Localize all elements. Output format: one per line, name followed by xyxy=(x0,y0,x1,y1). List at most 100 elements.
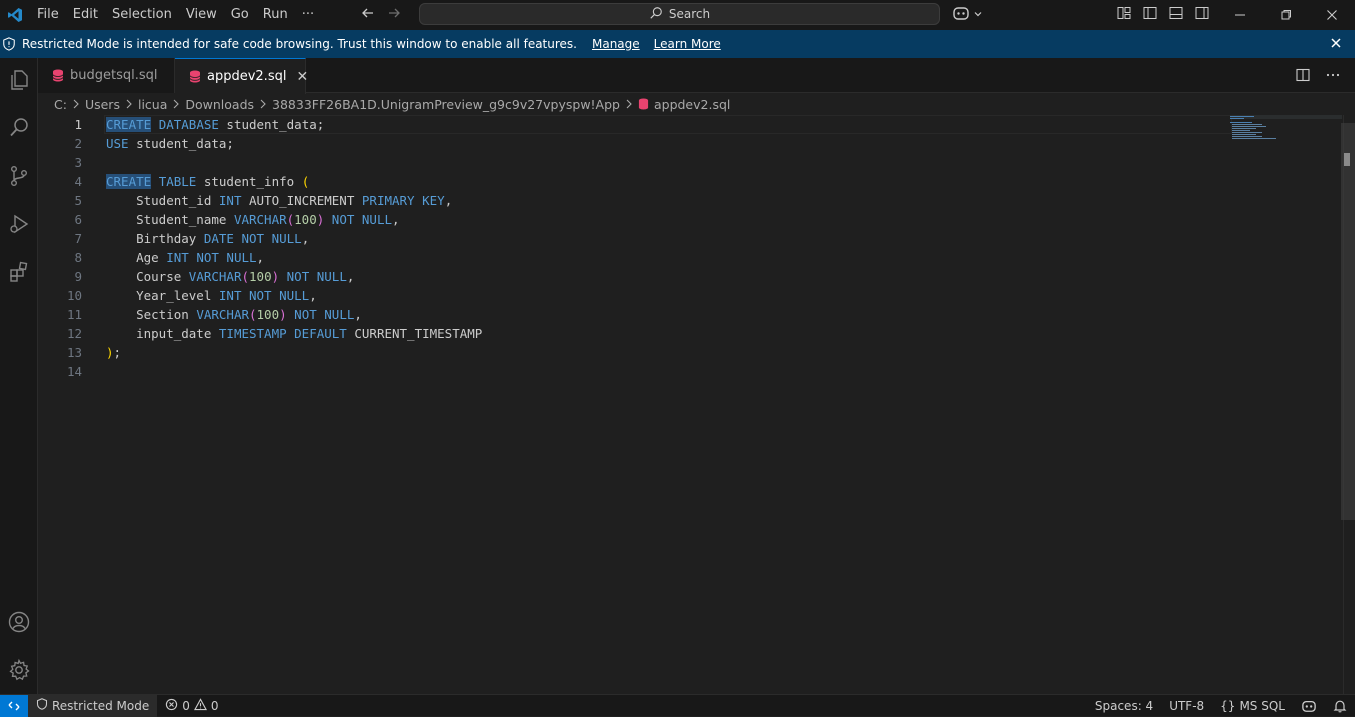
code-line: Student_id INT AUTO_INCREMENT PRIMARY KE… xyxy=(106,193,453,208)
line-number: 9 xyxy=(74,269,82,284)
breadcrumb-item[interactable]: C: xyxy=(54,97,67,112)
tab-appdev2[interactable]: appdev2.sql ✕ xyxy=(175,58,308,94)
problems-status[interactable]: 0 0 xyxy=(157,697,226,714)
code-line: Birthday DATE NOT NULL, xyxy=(106,231,310,246)
account-icon[interactable] xyxy=(0,602,38,642)
maximize-icon[interactable] xyxy=(1263,0,1309,30)
breadcrumb: C: Users licua Downloads 38833FF26BA1D.U… xyxy=(38,93,1355,115)
code-line: CREATE DATABASE student_data; xyxy=(106,117,325,132)
close-icon[interactable] xyxy=(1309,0,1355,30)
status-bar: Restricted Mode 0 0 Spaces: 4 UTF-8 {} M… xyxy=(0,694,1355,717)
line-number: 3 xyxy=(74,155,82,170)
line-number: 2 xyxy=(74,136,82,151)
indentation-status[interactable]: Spaces: 4 xyxy=(1087,699,1161,713)
sidebar-left-icon[interactable] xyxy=(1142,5,1158,25)
settings-gear-icon[interactable] xyxy=(0,650,38,690)
code-line: input_date TIMESTAMP DEFAULT CURRENT_TIM… xyxy=(106,326,483,341)
chevron-right-icon xyxy=(259,97,267,112)
more-actions-icon[interactable] xyxy=(1325,67,1341,87)
breadcrumb-item[interactable]: appdev2.sql xyxy=(654,97,730,112)
line-number: 12 xyxy=(66,326,82,341)
notifications-bell-icon[interactable] xyxy=(1325,699,1355,713)
overview-ruler-mark xyxy=(1344,153,1350,166)
line-number: 7 xyxy=(74,231,82,246)
shield-icon xyxy=(36,698,48,713)
chevron-right-icon xyxy=(625,97,633,112)
line-number: 1 xyxy=(74,117,82,132)
search-activity-icon[interactable] xyxy=(0,108,38,148)
menu-go[interactable]: Go xyxy=(224,0,256,30)
vertical-scrollbar-thumb[interactable] xyxy=(1341,123,1355,520)
source-control-icon[interactable] xyxy=(0,156,38,196)
remote-indicator[interactable] xyxy=(0,694,28,717)
activity-bar xyxy=(0,58,38,694)
explorer-icon[interactable] xyxy=(0,60,38,100)
extensions-icon[interactable] xyxy=(0,252,38,292)
menu-more[interactable]: ··· xyxy=(295,0,321,30)
line-number: 4 xyxy=(74,174,82,189)
menu-bar: File Edit Selection View Go Run ··· xyxy=(30,0,321,30)
breadcrumb-item[interactable]: licua xyxy=(138,97,167,112)
copilot-menu-button[interactable] xyxy=(952,5,983,25)
search-label: Search xyxy=(668,7,711,21)
minimap[interactable] xyxy=(1230,115,1342,139)
menu-edit[interactable]: Edit xyxy=(66,0,105,30)
arrow-right-icon[interactable] xyxy=(386,5,402,25)
breadcrumb-item[interactable]: Downloads xyxy=(185,97,254,112)
banner-close-icon[interactable] xyxy=(1329,36,1343,53)
shield-icon xyxy=(2,37,16,51)
language-mode-status[interactable]: {} MS SQL xyxy=(1212,699,1293,713)
run-debug-icon[interactable] xyxy=(0,204,38,244)
split-editor-icon[interactable] xyxy=(1295,67,1311,87)
layout-icon[interactable] xyxy=(1116,5,1132,25)
restricted-mode-banner: Restricted Mode is intended for safe cod… xyxy=(0,30,1355,58)
copilot-status-icon[interactable] xyxy=(1293,699,1325,713)
encoding-status[interactable]: UTF-8 xyxy=(1161,699,1212,713)
code-content[interactable]: CREATE DATABASE student_data; USE studen… xyxy=(106,115,482,381)
panel-icon[interactable] xyxy=(1168,5,1184,25)
manage-link[interactable]: Manage xyxy=(592,37,640,51)
menu-view[interactable]: View xyxy=(179,0,224,30)
line-number: 11 xyxy=(66,307,82,322)
restricted-mode-status[interactable]: Restricted Mode xyxy=(28,694,158,717)
minimize-icon[interactable] xyxy=(1217,0,1263,30)
restricted-mode-label: Restricted Mode xyxy=(52,698,150,713)
tab-label: budgetsql.sql xyxy=(70,68,158,83)
menu-selection[interactable]: Selection xyxy=(105,0,179,30)
warning-count: 0 xyxy=(210,698,219,713)
error-count: 0 xyxy=(182,698,190,713)
line-number: 13 xyxy=(66,345,82,360)
code-editor[interactable]: 1 2 3 4 5 6 7 8 9 10 11 12 13 14 CREATE … xyxy=(38,115,1355,694)
database-file-icon xyxy=(189,70,201,83)
learn-more-link[interactable]: Learn More xyxy=(654,37,721,51)
chevron-right-icon xyxy=(172,97,180,112)
tab-budgetsql[interactable]: budgetsql.sql xyxy=(38,58,175,93)
line-number: 6 xyxy=(74,212,82,227)
arrow-left-icon[interactable] xyxy=(360,5,376,25)
navigation-arrows xyxy=(360,0,402,30)
banner-message: Restricted Mode is intended for safe cod… xyxy=(22,37,577,51)
database-file-icon xyxy=(638,98,649,110)
line-number: 8 xyxy=(74,250,82,265)
tab-label: appdev2.sql xyxy=(207,69,287,84)
command-center-search[interactable]: Search xyxy=(419,3,940,25)
tab-close-icon[interactable]: ✕ xyxy=(296,69,308,85)
line-number: 5 xyxy=(74,193,82,208)
editor-tab-bar: budgetsql.sql appdev2.sql ✕ xyxy=(38,58,1355,94)
chevron-down-icon xyxy=(973,8,983,23)
line-number: 14 xyxy=(66,364,82,379)
search-icon xyxy=(649,6,663,23)
code-line: USE student_data; xyxy=(106,136,234,151)
breadcrumb-item[interactable]: 38833FF26BA1D.UnigramPreview_g9c9v27vpys… xyxy=(272,97,620,112)
line-number: 10 xyxy=(66,288,82,303)
title-bar: File Edit Selection View Go Run ··· Sear… xyxy=(0,0,1355,30)
code-line: Age INT NOT NULL, xyxy=(106,250,265,265)
language-label: MS SQL xyxy=(1239,698,1285,713)
copilot-icon xyxy=(952,5,970,25)
sidebar-right-icon[interactable] xyxy=(1194,5,1210,25)
menu-run[interactable]: Run xyxy=(256,0,295,30)
menu-file[interactable]: File xyxy=(30,0,66,30)
breadcrumb-item[interactable]: Users xyxy=(85,97,120,112)
